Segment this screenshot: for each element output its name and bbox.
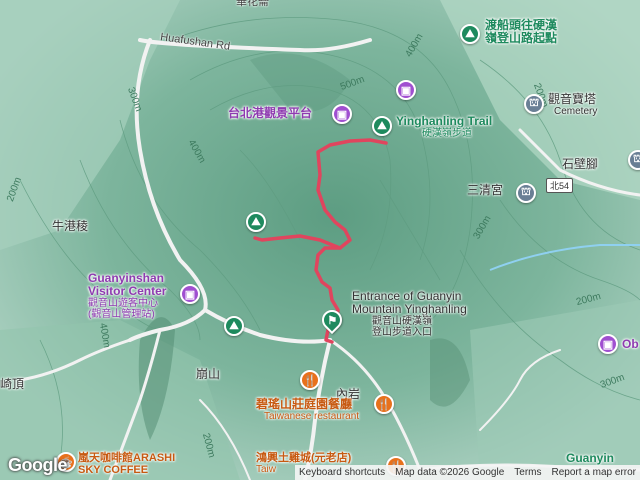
- restaurant-pin[interactable]: 🍴: [374, 394, 394, 414]
- attraction-pin[interactable]: ▣: [598, 334, 618, 354]
- attraction-pin[interactable]: ▣: [180, 284, 200, 304]
- yinghanling-trail-en: Yinghanling Trail: [396, 114, 493, 128]
- hiking-trail-pin[interactable]: ⛰: [372, 116, 392, 136]
- biling-restaurant-zh: 碧瑤山莊庭園餐廳: [256, 397, 353, 411]
- niugang-label[interactable]: 牛港稜: [52, 219, 88, 233]
- obs-partial-label[interactable]: Ob: [622, 337, 639, 351]
- temple-pin[interactable]: ⛫: [524, 94, 544, 114]
- taipei-port-deck-label[interactable]: 台北港觀景平台: [228, 106, 312, 120]
- hiking-trail-pin[interactable]: ⛰: [246, 212, 266, 232]
- biling-restaurant-en: Taiwanese restaurant: [264, 411, 360, 423]
- guanyin-pagoda-label[interactable]: 觀音寶塔 Cemetery: [548, 92, 598, 118]
- google-logo: Google: [8, 455, 68, 475]
- attraction-pin[interactable]: ▣: [396, 80, 416, 100]
- entrance-zh1: 觀音山硬漢嶺: [372, 316, 432, 328]
- road-label-top: 華花崙: [236, 0, 269, 8]
- qiding-label[interactable]: 崎頂: [0, 377, 24, 391]
- report-error-link[interactable]: Report a map error: [552, 467, 636, 478]
- visitor-center-zh1: 觀音山遊客中心: [88, 298, 158, 310]
- entrance-en2: Mountain Yinghanling: [352, 302, 467, 317]
- visitor-center-label[interactable]: Guanyinshan Visitor Center 觀音山遊客中心 (觀音山管…: [88, 271, 167, 321]
- bengshan-label[interactable]: 崩山: [196, 367, 220, 381]
- biling-restaurant-label[interactable]: 碧瑤山莊庭園餐廳 Taiwanese restaurant: [256, 397, 360, 423]
- road-shield-54: 北54: [546, 178, 574, 193]
- map-data-text: Map data ©2026 Google: [395, 467, 505, 478]
- visitor-center-en2: Visitor Center: [88, 284, 167, 299]
- entrance-label[interactable]: Entrance of Guanyin Mountain Yinghanling…: [352, 289, 467, 339]
- terms-link[interactable]: Terms: [514, 467, 541, 478]
- temple-pin[interactable]: ⛫: [516, 183, 536, 203]
- hiking-trail-pin[interactable]: ⛰: [460, 24, 480, 44]
- guanyin-pagoda-zh: 觀音寶塔: [548, 92, 597, 106]
- hongxing-zh: 鴻興土雞城(元老店): [256, 452, 352, 464]
- cemetery-label: Cemetery: [554, 106, 598, 118]
- sanqing-label[interactable]: 三清宮: [467, 183, 503, 197]
- arashi-label[interactable]: 嵐天咖啡館ARASHI SKY COFFEE: [78, 452, 175, 476]
- restaurant-pin[interactable]: 🍴: [300, 370, 320, 390]
- arashi-en: SKY COFFEE: [78, 464, 149, 477]
- map-attribution-bar: Keyboard shortcuts Map data ©2026 Google…: [294, 465, 640, 480]
- shibi-label[interactable]: 石壁腳: [562, 157, 598, 171]
- guanyin-bottom-label[interactable]: Guanyin: [566, 451, 614, 465]
- keyboard-shortcuts-link[interactable]: Keyboard shortcuts: [299, 467, 385, 478]
- visitor-center-zh2: (觀音山管理站): [88, 309, 155, 321]
- yinghanling-trail-zh: 硬漢嶺步道: [422, 128, 472, 140]
- yinghanling-trail-label[interactable]: Yinghanling Trail 硬漢嶺步道: [396, 114, 493, 140]
- entrance-zh2: 登山步道入口: [372, 327, 432, 339]
- ferry-head-line2: 嶺登山路起點: [485, 31, 558, 46]
- arashi-zh: 嵐天咖啡館ARASHI: [78, 452, 176, 464]
- ferry-head-label[interactable]: 渡船頭往硬漢 嶺登山路起點: [485, 18, 558, 46]
- attraction-pin[interactable]: ▣: [332, 104, 352, 124]
- hiking-trail-pin[interactable]: ⛰: [224, 316, 244, 336]
